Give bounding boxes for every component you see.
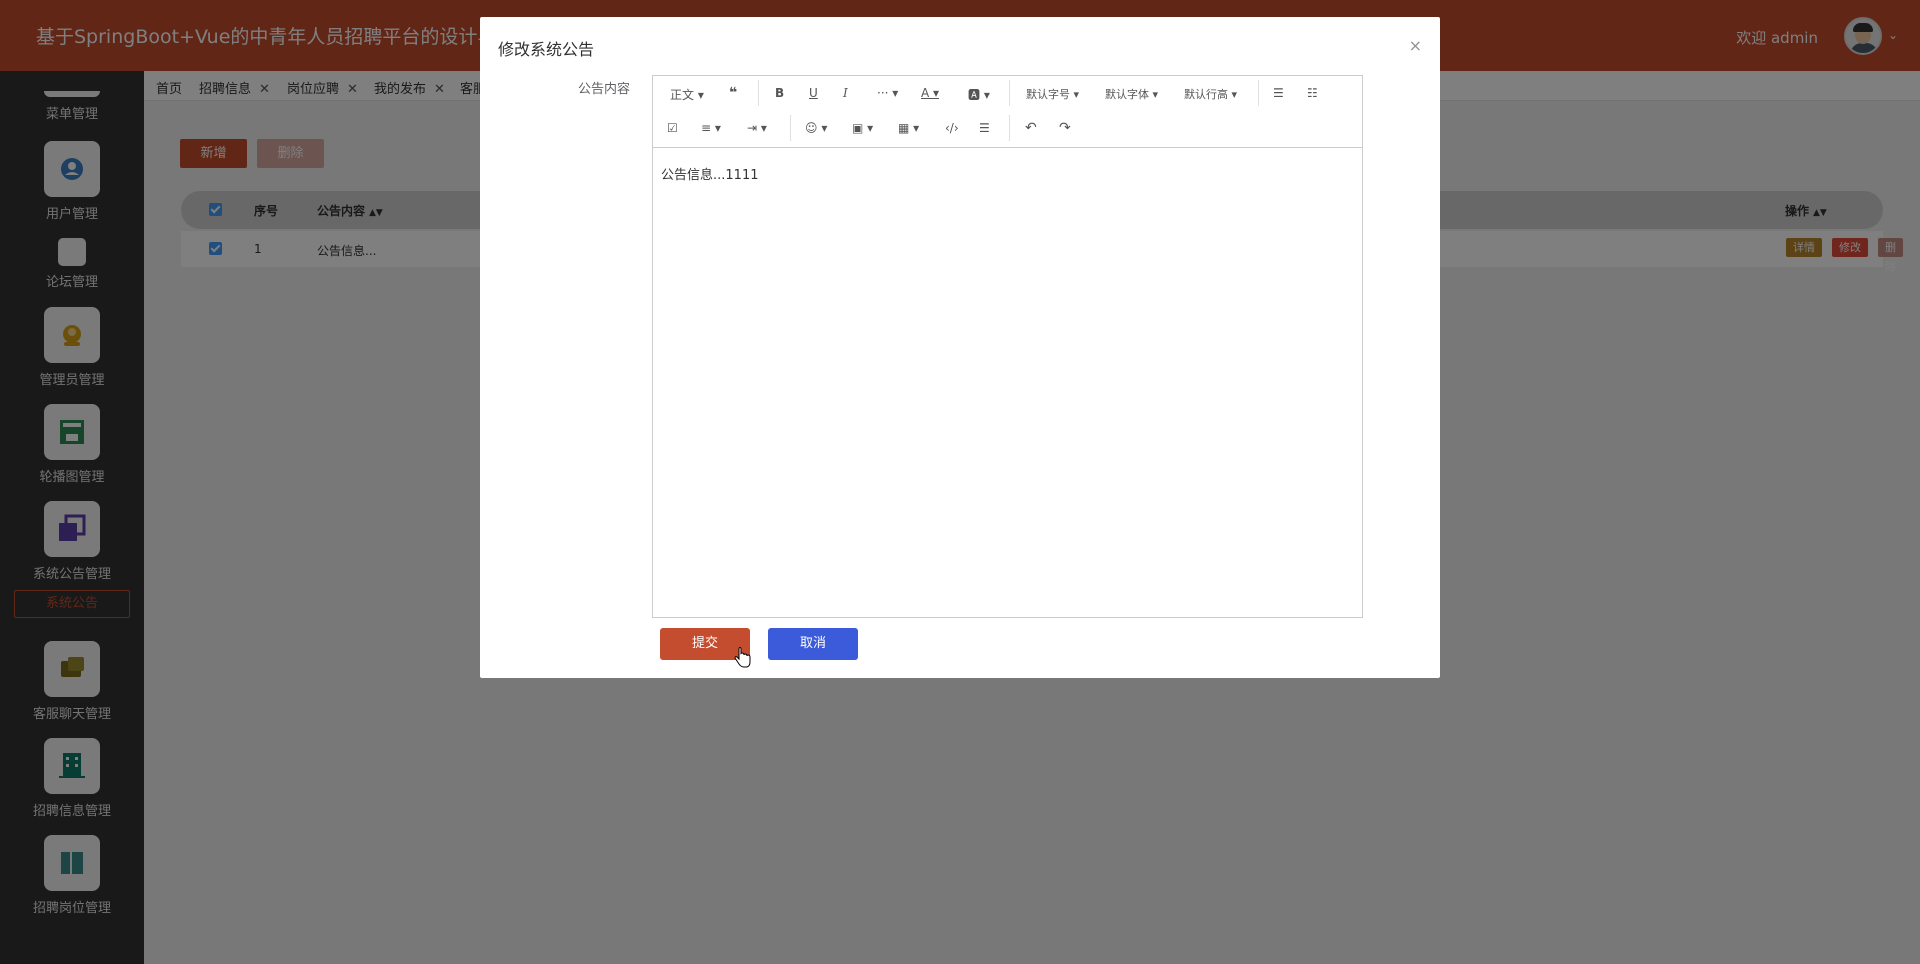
field-label: 公告内容 <box>578 82 631 97</box>
close-icon[interactable]: × <box>1409 36 1422 55</box>
bold-icon[interactable]: B <box>775 86 784 100</box>
rich-text-editor: 正文 ▾ ❝ B U I ··· ▾ A ▾ 🅰 ▾ 默认字号 ▾ 默认字体 ▾… <box>652 75 1363 618</box>
paragraph-format-select[interactable]: 正文 ▾ <box>670 86 704 103</box>
todo-checkbox-icon[interactable]: ☑ <box>667 121 678 135</box>
toolbar-divider <box>758 80 759 106</box>
cancel-button[interactable]: 取消 <box>768 628 858 660</box>
line-height-label: 默认行高 <box>1184 88 1228 101</box>
toolbar-divider <box>790 115 791 141</box>
numbered-list-icon[interactable]: ☷ <box>1307 86 1318 100</box>
editor-toolbar: 正文 ▾ ❝ B U I ··· ▾ A ▾ 🅰 ▾ 默认字号 ▾ 默认字体 ▾… <box>653 76 1362 148</box>
font-family-select[interactable]: 默认字体 ▾ <box>1105 86 1158 102</box>
more-label: ··· <box>877 86 889 100</box>
edit-notice-dialog: 修改系统公告 × 公告内容 正文 ▾ ❝ B U I ··· ▾ A ▾ 🅰 ▾… <box>480 17 1440 678</box>
table-icon[interactable]: ▦ ▾ <box>898 121 919 135</box>
redo-icon[interactable]: ↷ <box>1059 120 1071 136</box>
dialog-title: 修改系统公告 <box>498 40 595 59</box>
pointer-cursor-icon <box>734 647 751 668</box>
italic-icon[interactable]: I <box>843 86 848 100</box>
align-icon[interactable]: ≡ ▾ <box>701 121 721 135</box>
underline-icon[interactable]: U <box>809 86 818 100</box>
divider-line-icon[interactable]: ☰ <box>979 121 990 135</box>
more-styles-icon[interactable]: ··· ▾ <box>877 86 898 100</box>
image-icon[interactable]: ▣ ▾ <box>852 121 873 135</box>
quote-icon[interactable]: ❝ <box>729 85 737 101</box>
toolbar-divider <box>1258 80 1259 106</box>
paragraph-label: 正文 <box>670 88 695 102</box>
toolbar-divider <box>1009 80 1010 106</box>
background-color-icon[interactable]: 🅰 ▾ <box>968 86 990 103</box>
emoji-icon[interactable]: ☺ ▾ <box>805 121 827 135</box>
undo-icon[interactable]: ↶ <box>1025 120 1037 136</box>
toolbar-divider <box>1009 115 1010 141</box>
code-icon[interactable]: ‹/› <box>945 121 959 135</box>
editor-content[interactable]: 公告信息...1111 <box>661 164 758 183</box>
font-color-icon[interactable]: A ▾ <box>921 86 939 100</box>
font-size-label: 默认字号 <box>1026 88 1070 101</box>
font-family-label: 默认字体 <box>1105 88 1149 101</box>
line-height-select[interactable]: 默认行高 ▾ <box>1184 86 1237 102</box>
bullet-list-icon[interactable]: ☰ <box>1273 86 1284 100</box>
font-size-select[interactable]: 默认字号 ▾ <box>1026 86 1079 102</box>
indent-icon[interactable]: ⇥ ▾ <box>747 121 767 135</box>
